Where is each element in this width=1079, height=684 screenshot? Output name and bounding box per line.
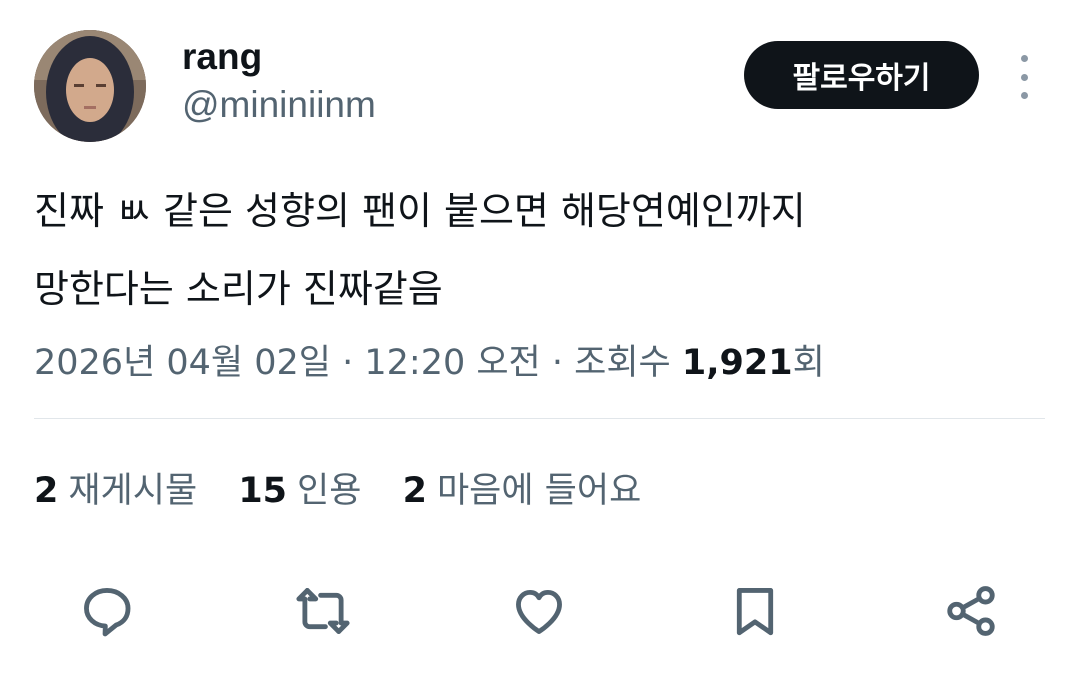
view-count-suffix: 회 [792,343,825,383]
tweet-datetime[interactable]: 2026년 04월 02일 · 12:20 오전 · 조회수 [34,343,682,383]
stat-quotes[interactable]: 15 인용 [238,462,361,513]
avatar[interactable] [34,30,146,142]
more-options-icon[interactable] [1010,55,1038,99]
display-name[interactable]: rang [182,36,262,78]
engagement-stats: 2 재게시물 15 인용 2 마음에 들어요 [34,462,671,513]
stat-label: 재게시물 [68,471,198,511]
stat-reposts[interactable]: 2 재게시물 [34,462,197,513]
stat-count: 15 [238,471,288,511]
reply-icon[interactable] [78,582,136,640]
avatar-photo [34,30,146,142]
user-handle[interactable]: @mininiinm [182,84,376,126]
view-count: 1,921 [681,343,793,383]
share-icon[interactable] [942,582,1000,640]
tweet-text: 진짜 ㅄ 같은 성향의 팬이 붙으면 해당연예인까지 망한다는 소리가 진짜같음 [34,172,1044,328]
stat-count: 2 [34,471,59,511]
tweet-line-1: 진짜 ㅄ 같은 성향의 팬이 붙으면 해당연예인까지 [34,189,806,233]
tweet-meta: 2026년 04월 02일 · 12:20 오전 · 조회수 1,921회 [34,334,825,385]
repost-icon[interactable] [294,582,352,640]
divider [34,418,1045,419]
stat-label: 마음에 들어요 [436,471,642,511]
more-dot [1020,73,1028,81]
stat-likes[interactable]: 2 마음에 들어요 [403,462,642,513]
follow-button[interactable]: 팔로우하기 [744,41,979,109]
like-icon[interactable] [510,582,568,640]
more-dot [1020,55,1028,62]
tweet-line-2: 망한다는 소리가 진짜같음 [34,267,443,311]
stat-label: 인용 [297,471,362,511]
bookmark-icon[interactable] [726,582,784,640]
stat-count: 2 [402,471,427,511]
more-dot [1020,92,1028,99]
